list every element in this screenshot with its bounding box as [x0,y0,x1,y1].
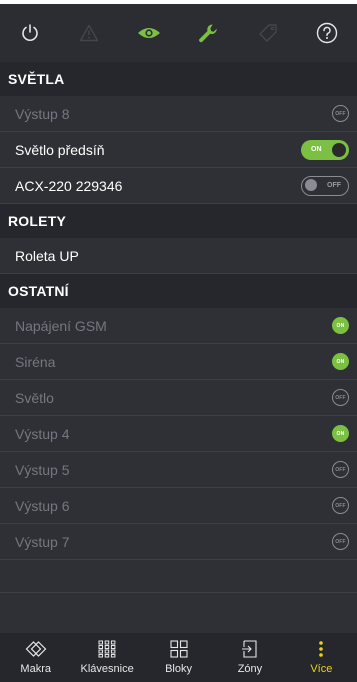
off-status-icon[interactable]: OFF [332,533,349,550]
list-item-label: Výstup 4 [15,425,70,442]
toggle-label: OFF [327,182,341,189]
more-icon [318,639,324,659]
list-item-label: Napájení GSM [15,317,107,334]
list-item-label: Světlo [15,389,54,406]
off-status-icon[interactable]: OFF [332,389,349,406]
list-item-label: Výstup 7 [15,533,70,550]
on-status-icon[interactable]: ON [332,425,349,442]
list-item-vystup-6[interactable]: Výstup 6 OFF [0,488,357,524]
nav-item-zony[interactable]: Zóny [214,633,285,682]
list-item-napajeni-gsm[interactable]: Napájení GSM ON [0,308,357,344]
macro-icon [25,639,47,659]
nav-label: Klávesnice [80,663,134,675]
list-item-label: Výstup 8 [15,105,70,122]
nav-item-klavesnice[interactable]: Klávesnice [71,633,142,682]
nav-label: Makra [20,663,51,675]
warning-icon[interactable] [60,4,120,62]
list-item-label: ACX-220 229346 [15,177,123,194]
nav-item-vice[interactable]: Více [286,633,357,682]
nav-label: Více [310,663,333,675]
off-status-icon[interactable]: OFF [332,461,349,478]
toggle-knob [332,142,346,157]
section-header-ostatni: OSTATNÍ [0,274,357,308]
off-toggle-switch[interactable]: OFF [301,175,349,196]
blocks-icon [169,639,188,659]
list-item-label: Výstup 5 [15,461,70,478]
app-root: SVĚTLA Výstup 8 OFF Světlo předsíň ON AC… [0,0,357,682]
toggle-label: ON [311,146,322,153]
keypad-icon [98,639,116,659]
off-status-icon[interactable]: OFF [332,497,349,514]
list-item-label: Světlo předsíň [15,141,105,158]
eye-icon[interactable] [119,4,179,62]
on-status-icon[interactable]: ON [332,317,349,334]
zones-icon [241,639,259,659]
tag-icon[interactable] [238,4,298,62]
list-item-label: Roleta UP [15,247,79,264]
section-header-rolety: ROLETY [0,204,357,238]
list-item-label: Siréna [15,353,56,370]
on-status-icon[interactable]: ON [332,353,349,370]
nav-item-makra[interactable]: Makra [0,633,71,682]
list-item-acx-220[interactable]: ACX-220 229346 OFF [0,168,357,204]
power-icon[interactable] [0,4,60,62]
list-item-sirena[interactable]: Siréna ON [0,344,357,380]
top-toolbar [0,0,357,62]
nav-label: Zóny [237,663,263,675]
section-header-svetla: SVĚTLA [0,62,357,96]
help-icon[interactable] [298,4,357,62]
nav-label: Bloky [165,663,192,675]
list-item-label: Výstup 6 [15,497,70,514]
list-item-svetlo[interactable]: Světlo OFF [0,380,357,416]
list-item-vystup-4[interactable]: Výstup 4 ON [0,416,357,452]
list-item-svetlo-predsin[interactable]: Světlo předsíň ON [0,132,357,168]
off-status-icon[interactable]: OFF [332,105,349,122]
nav-item-bloky[interactable]: Bloky [143,633,214,682]
list-item-vystup-8[interactable]: Výstup 8 OFF [0,96,357,132]
list-item-vystup-7[interactable]: Výstup 7 OFF [0,524,357,560]
list-spacer [0,560,357,593]
list-item-roleta-up[interactable]: Roleta UP [0,238,357,274]
toggle-knob [305,179,317,191]
wrench-icon[interactable] [179,4,239,62]
bottom-navigation: Makra Klávesnice Bloky Zóny Více [0,633,357,682]
device-list: SVĚTLA Výstup 8 OFF Světlo předsíň ON AC… [0,62,357,593]
list-item-vystup-5[interactable]: Výstup 5 OFF [0,452,357,488]
on-toggle-switch[interactable]: ON [301,139,349,160]
